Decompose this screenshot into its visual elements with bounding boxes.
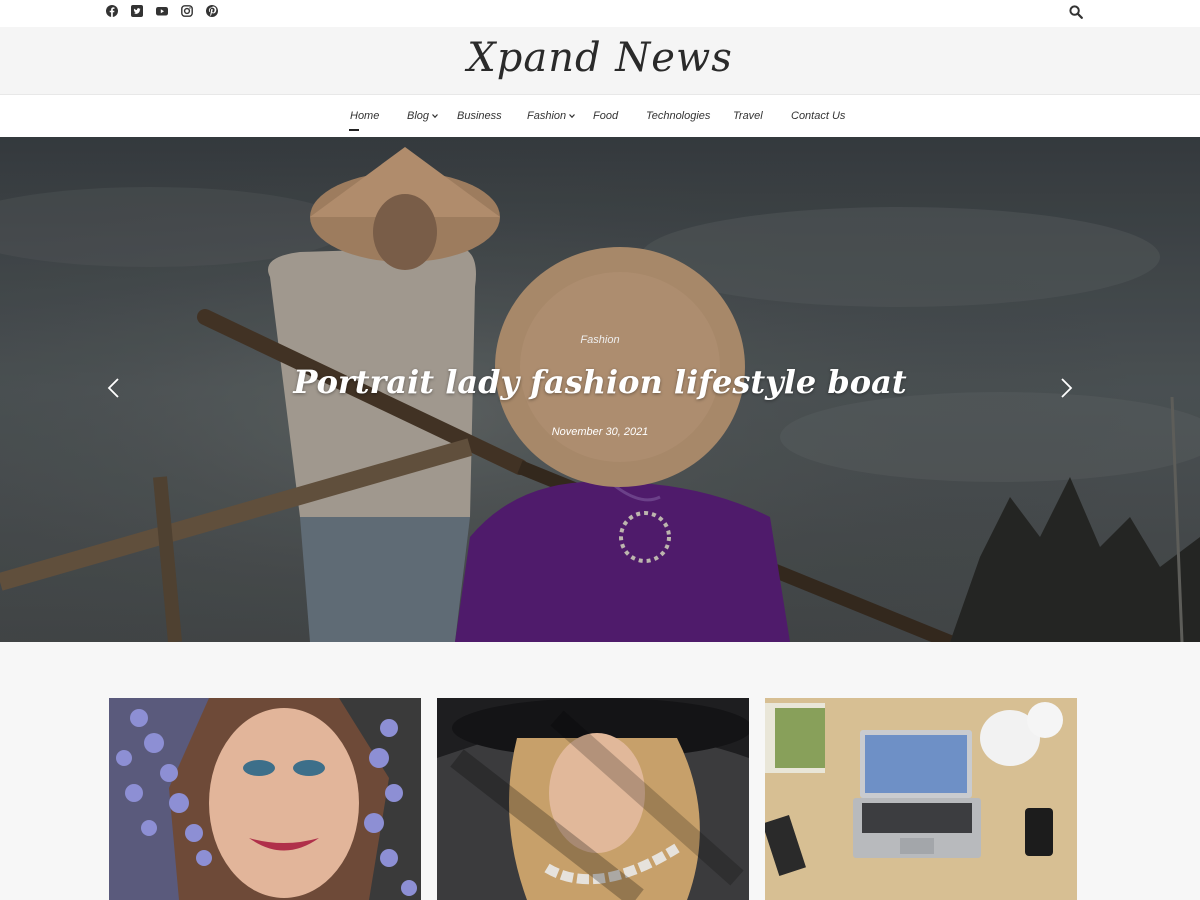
- laptop-desk-photo: [765, 698, 1077, 900]
- nav-item-label: Travel: [733, 110, 763, 122]
- hero-slider: Fashion Portrait lady fashion lifestyle …: [0, 137, 1200, 642]
- post-card-image[interactable]: [109, 698, 421, 900]
- nav-item-label: Business: [457, 110, 502, 122]
- nav-item-label: Food: [593, 110, 619, 122]
- chevron-right-icon[interactable]: [1060, 377, 1074, 399]
- social-links: [106, 5, 218, 17]
- site-header: Xpand News: [0, 27, 1200, 94]
- site-title[interactable]: Xpand News: [0, 35, 1200, 81]
- post-card-image[interactable]: [437, 698, 749, 900]
- nav-item-contact-us[interactable]: Contact Us: [791, 110, 845, 122]
- instagram-icon[interactable]: [181, 5, 193, 17]
- woman-in-hat-photo: [437, 698, 749, 900]
- nav-item-home[interactable]: Home: [350, 110, 379, 122]
- hero-date: November 30, 2021: [551, 426, 649, 438]
- twitter-icon[interactable]: [131, 5, 143, 17]
- nav-item-label: Home: [350, 110, 380, 122]
- nav-item-label: Technologies: [646, 110, 711, 122]
- chevron-left-icon[interactable]: [106, 377, 120, 399]
- nav-item-label: Blog: [407, 110, 430, 122]
- hero-title[interactable]: Portrait lady fashion lifestyle boat: [0, 363, 1200, 401]
- facebook-icon[interactable]: [106, 5, 118, 17]
- nav-item-fashion[interactable]: Fashion: [527, 110, 576, 122]
- chevron-down-icon: [432, 114, 438, 119]
- nav-item-label: Contact Us: [791, 110, 846, 122]
- nav-item-technologies[interactable]: Technologies: [646, 110, 710, 122]
- nav-item-label: Fashion: [527, 110, 567, 122]
- nav-item-blog[interactable]: Blog: [407, 110, 438, 122]
- top-bar: [0, 0, 1200, 27]
- chevron-down-icon: [569, 114, 576, 119]
- active-nav-indicator: [349, 129, 359, 131]
- post-card-image[interactable]: [765, 698, 1077, 900]
- hero-category[interactable]: Fashion: [0, 334, 1200, 346]
- nav-item-food[interactable]: Food: [593, 110, 618, 122]
- search-icon[interactable]: [1069, 5, 1083, 19]
- pinterest-icon[interactable]: [206, 5, 218, 17]
- youtube-icon[interactable]: [156, 5, 168, 17]
- nav-item-business[interactable]: Business: [457, 110, 502, 122]
- woman-with-flowers-photo: [109, 698, 421, 900]
- nav-item-travel[interactable]: Travel: [733, 110, 763, 122]
- main-nav: Home Blog Business Fashion Food Technolo…: [0, 94, 1200, 137]
